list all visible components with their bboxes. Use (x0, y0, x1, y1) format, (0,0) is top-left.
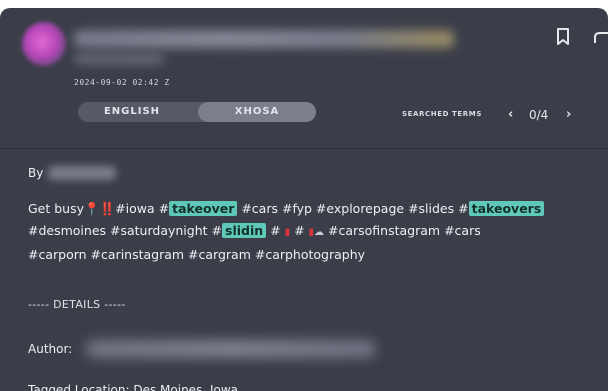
post-text-segment: #carsofinstagram #cars (324, 223, 481, 238)
post-header: 2024-09-02 02:42 Z ENGLISH XHOSA SEARCHE… (0, 8, 608, 148)
searched-terms-label: SEARCHED TERMS (402, 110, 483, 118)
next-match-button[interactable]: › (566, 107, 571, 122)
post-text: Get busy📍‼️#iowa # takeover #cars #fyp #e… (28, 198, 603, 266)
post-timestamp: 2024-09-02 02:42 Z (74, 78, 170, 87)
redacted-account-name (74, 30, 454, 48)
language-option-xhosa[interactable]: XHOSA (198, 102, 316, 122)
search-highlight[interactable]: takeover (169, 201, 238, 216)
post-text-segment: # (266, 223, 285, 238)
search-highlight[interactable]: slidin (222, 223, 267, 238)
redacted-author-value (86, 340, 376, 358)
search-highlight[interactable]: takeovers (468, 201, 545, 216)
by-label: By (28, 166, 44, 180)
post-text-line: #carporn #carinstagram #cargram #carphot… (28, 247, 366, 262)
post-text-segment: ‼️#iowa # (99, 201, 170, 216)
pushpin-emoji-icon: 📍 (84, 201, 100, 216)
post-text-segment: #desmoines #saturdaynight # (28, 223, 222, 238)
details-section-title: ----- DETAILS ----- (28, 298, 126, 311)
post-card: 2024-09-02 02:42 Z ENGLISH XHOSA SEARCHE… (0, 8, 608, 391)
tagged-location: Tagged Location: Des Moines, Iowa (28, 383, 238, 391)
language-option-english[interactable]: ENGLISH (78, 102, 186, 122)
post-text-segment: # (290, 223, 309, 238)
avatar (22, 22, 66, 66)
bookmark-icon[interactable] (556, 28, 570, 46)
header-divider (0, 148, 608, 149)
language-toggle: ENGLISH XHOSA (78, 102, 316, 122)
redacted-byline-name (48, 166, 116, 180)
previous-match-button[interactable]: ‹ (508, 107, 513, 122)
dash-emoji-icon: ☁ (314, 227, 325, 238)
redacted-account-handle (74, 54, 164, 64)
post-text-segment: #cars #fyp #explorepage #slides # (237, 201, 469, 216)
author-label: Author: (28, 342, 73, 356)
share-icon[interactable] (592, 28, 608, 46)
match-counter: 0/4 (529, 108, 549, 122)
post-text-segment: Get busy (28, 201, 85, 216)
